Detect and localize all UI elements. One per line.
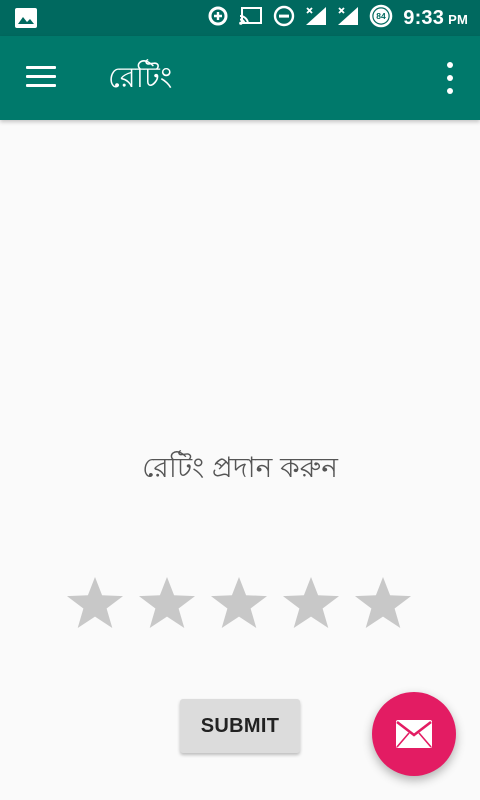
rating-prompt: রেটিং প্রদান করুন (142, 452, 338, 483)
battery-level: 84 (377, 11, 387, 21)
rating-bar[interactable] (65, 576, 425, 630)
mail-fab-button[interactable] (372, 692, 456, 776)
more-vert-icon[interactable] (440, 62, 460, 94)
signal-icon (305, 6, 327, 31)
star-3-icon[interactable] (209, 576, 269, 630)
star-2-icon[interactable] (137, 576, 197, 630)
status-icons: 84 9:33 PM (207, 0, 468, 36)
battery-icon: 84 (369, 4, 393, 33)
page-title: রেটিং (108, 62, 173, 94)
dot (447, 88, 453, 94)
submit-button[interactable]: SUBMIT (180, 699, 300, 753)
star-4-icon[interactable] (281, 576, 341, 630)
signal-icon (337, 6, 359, 31)
dot (447, 75, 453, 81)
data-saver-icon (207, 5, 229, 32)
clock: 9:33 PM (403, 7, 468, 30)
do-not-disturb-icon (273, 5, 295, 32)
cast-icon (239, 6, 263, 31)
dot (447, 62, 453, 68)
app-bar: রেটিং (0, 36, 480, 120)
clock-time: 9:33 (403, 6, 445, 29)
image-icon (14, 7, 38, 29)
menu-line (26, 66, 56, 69)
star-5-icon[interactable] (353, 576, 413, 630)
star-1-icon[interactable] (65, 576, 125, 630)
menu-line (26, 75, 56, 78)
clock-ampm: PM (448, 11, 468, 27)
hamburger-menu-icon[interactable] (26, 64, 56, 88)
mail-icon (396, 720, 432, 748)
menu-line (26, 84, 56, 87)
status-bar: 84 9:33 PM (0, 0, 480, 36)
